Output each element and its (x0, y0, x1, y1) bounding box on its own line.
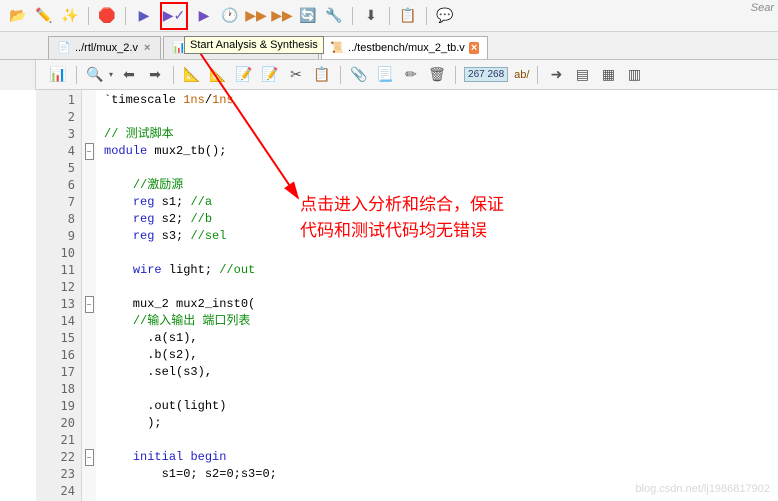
separator (389, 7, 390, 25)
notes-icon[interactable]: 📋 (398, 6, 418, 26)
attach-icon[interactable]: 📎 (349, 65, 369, 85)
tab-rtl-mux2[interactable]: 📄 ../rtl/mux_2.v × (48, 36, 161, 59)
hierarchy-icon[interactable]: 📂 (8, 6, 28, 26)
separator (455, 66, 456, 84)
fold-marker[interactable]: − (85, 296, 94, 313)
code-content[interactable]: `timescale 1ns/1ns// 测试脚本module mux2_tb(… (96, 90, 778, 501)
fold-gutter: − − − (82, 90, 96, 501)
wand-icon[interactable]: ✏️ (34, 6, 54, 26)
outdent-icon[interactable]: 📐 (208, 65, 228, 85)
tabs-bar: 📄 ../rtl/mux_2.v × 📊 lation Report - mux… (0, 32, 778, 60)
fold-marker[interactable]: − (85, 449, 94, 466)
compile-icon[interactable]: ▶ (194, 6, 214, 26)
find-icon[interactable]: 🔍 (85, 65, 105, 85)
list-icon[interactable]: 📃 (375, 65, 395, 85)
verilog-file-icon: 📄 (57, 41, 71, 55)
tooltip: Start Analysis & Synthesis (184, 36, 324, 54)
tab-label: ../rtl/mux_2.v (75, 42, 138, 54)
play-icon[interactable]: ▶ (134, 6, 154, 26)
report-icon[interactable]: 📊 (48, 65, 68, 85)
tab-testbench-mux2-tb[interactable]: 📜 ../testbench/mux_2_tb.v × (321, 36, 488, 59)
close-icon[interactable]: × (142, 42, 152, 54)
bookmark-next-icon[interactable]: ➡ (145, 65, 165, 85)
paste-icon[interactable]: 📋 (312, 65, 332, 85)
analysis-synthesis-icon: ▶✓ (164, 6, 184, 26)
delete-icon[interactable]: 🗑 (427, 65, 447, 85)
separator (340, 66, 341, 84)
timing-icon[interactable]: 🕐 (220, 6, 240, 26)
help-icon[interactable]: 💬 (435, 6, 455, 26)
wand2-icon[interactable]: ✨ (60, 6, 80, 26)
line-number-gutter: 123456789101112131415161718192021222324 (36, 90, 82, 501)
separator (352, 7, 353, 25)
indent-icon[interactable]: 📐 (182, 65, 202, 85)
assembler-icon[interactable]: ▶▶ (272, 6, 292, 26)
layout1-icon[interactable]: ▤ (572, 65, 592, 85)
ab-label: ab/ (514, 69, 529, 81)
main-toolbar: 📂 ✏️ ✨ 🛑 ▶ ▶✓ ▶ 🕐 ▶▶ ▶▶ 🔄 🔧 ⬇ 📋 💬 (0, 0, 778, 32)
stop-icon[interactable]: 🛑 (97, 6, 117, 26)
cut-icon[interactable]: ✂ (286, 65, 306, 85)
editor-area: 123456789101112131415161718192021222324 … (0, 90, 778, 501)
fitter-icon[interactable]: ▶▶ (246, 6, 266, 26)
editor-toolbar: 📊 🔍 ▾ ⬅ ➡ 📐 📐 📝 📝 ✂ 📋 📎 📃 ✏ 🗑 267 268 ab/… (0, 60, 778, 90)
tab-label: ../testbench/mux_2_tb.v (348, 42, 465, 54)
separator (76, 66, 77, 84)
fold-marker[interactable]: − (85, 143, 94, 160)
layout2-icon[interactable]: ▦ (598, 65, 618, 85)
back-icon[interactable]: 🔄 (298, 6, 318, 26)
separator (88, 7, 89, 25)
line-count-badge: 267 268 (464, 67, 508, 82)
verilog-file-icon: 📜 (330, 41, 344, 55)
analysis-synthesis-button[interactable]: ▶✓ (160, 2, 188, 30)
separator (125, 7, 126, 25)
dropdown-icon[interactable]: ▾ (109, 70, 113, 79)
close-icon[interactable]: × (469, 42, 479, 54)
layout3-icon[interactable]: ▥ (624, 65, 644, 85)
separator (426, 7, 427, 25)
programmer-icon[interactable]: ⬇ (361, 6, 381, 26)
separator (173, 66, 174, 84)
chip-icon[interactable]: 🔧 (324, 6, 344, 26)
watermark: blog.csdn.net/lj1986817902 (635, 483, 770, 495)
search-fragment: Sear (751, 2, 774, 14)
bookmark-prev-icon[interactable]: ⬅ (119, 65, 139, 85)
edit-icon[interactable]: ✏ (401, 65, 421, 85)
comment-icon[interactable]: 📝 (234, 65, 254, 85)
separator (537, 66, 538, 84)
arrow-right-icon[interactable]: ➜ (546, 65, 566, 85)
uncomment-icon[interactable]: 📝 (260, 65, 280, 85)
